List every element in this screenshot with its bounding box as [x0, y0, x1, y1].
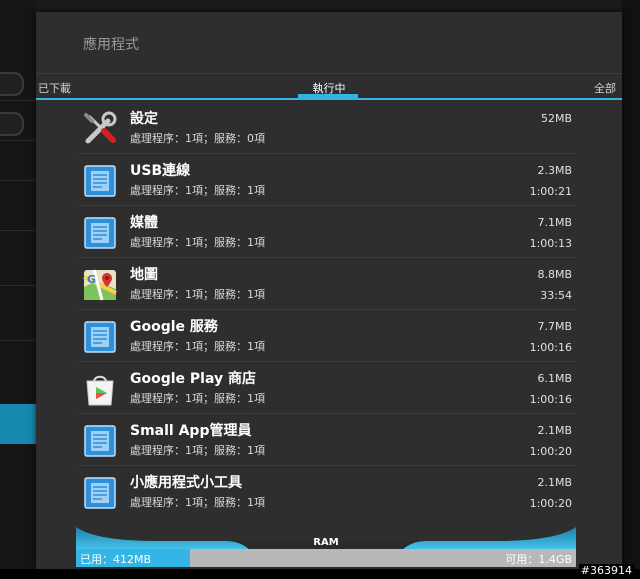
- app-memory: 7.7MB: [537, 320, 572, 333]
- watermark: #363914: [578, 564, 634, 577]
- ram-label: RAM: [313, 537, 339, 548]
- list-item[interactable]: USB連線 處理程序：1項；服務：1項 2.3MB 1:00:21: [36, 154, 622, 206]
- list-item[interactable]: G 地圖 處理程序：1項；服務：1項 8.8MB 33:54: [36, 258, 622, 310]
- list-item[interactable]: Google 服務 處理程序：1項；服務：1項 7.7MB 1:00:16: [36, 310, 622, 362]
- divider: [0, 100, 36, 101]
- ram-usage: RAM 已用：412MB 可用：1.4GB: [76, 527, 576, 567]
- ram-used-text: 已用：412MB: [80, 553, 152, 566]
- running-apps-list[interactable]: 設定 處理程序：1項；服務：0項 52MB USB連線 處理程序：1項；服務：1…: [36, 102, 622, 530]
- app-name: 地圖: [130, 267, 158, 283]
- app-run-time: 1:00:20: [529, 497, 572, 510]
- generic-app-icon: [84, 165, 116, 197]
- divider: [0, 230, 36, 231]
- app-detail: 處理程序：1項；服務：1項: [130, 392, 265, 405]
- list-item[interactable]: Small App管理員 處理程序：1項；服務：1項 2.1MB 1:00:20: [36, 414, 622, 466]
- app-run-time: 33:54: [540, 289, 572, 302]
- background-edge: [622, 0, 640, 579]
- app-memory: 7.1MB: [537, 216, 572, 229]
- app-memory: 2.1MB: [537, 476, 572, 489]
- app-detail: 處理程序：1項；服務：1項: [130, 236, 265, 249]
- app-name: 設定: [130, 111, 158, 127]
- svg-text:G: G: [87, 273, 96, 286]
- background-selected-item: [0, 404, 36, 444]
- generic-app-icon: [84, 321, 116, 353]
- generic-app-icon: [84, 477, 116, 509]
- apps-dialog: 應用程式 已下載 執行中 全部 設定 處理程序：1項；服務：0項 52MB US…: [36, 12, 622, 570]
- ram-free-text: 可用：1.4GB: [505, 553, 572, 566]
- divider: [0, 285, 36, 286]
- app-memory: 6.1MB: [537, 372, 572, 385]
- app-name: Google 服務: [130, 319, 218, 335]
- app-detail: 處理程序：1項；服務：1項: [130, 340, 265, 353]
- generic-app-icon: [84, 217, 116, 249]
- app-detail: 處理程序：1項；服務：1項: [130, 444, 265, 457]
- background-toggle: [0, 112, 24, 136]
- tab-underline: [36, 98, 622, 100]
- app-name: Google Play 商店: [130, 371, 256, 387]
- app-detail: 處理程序：1項；服務：0項: [130, 132, 265, 145]
- app-run-time: 1:00:21: [529, 185, 572, 198]
- bottom-edge: [0, 569, 640, 579]
- app-detail: 處理程序：1項；服務：1項: [130, 288, 265, 301]
- play-store-icon: [86, 375, 114, 406]
- background-settings-list: [0, 0, 36, 579]
- list-item[interactable]: 設定 處理程序：1項；服務：0項 52MB: [36, 102, 622, 154]
- app-detail: 處理程序：1項；服務：1項: [130, 496, 265, 509]
- app-memory: 52MB: [540, 112, 572, 125]
- app-memory: 2.1MB: [537, 424, 572, 437]
- divider: [0, 140, 36, 141]
- app-run-time: 1:00:13: [529, 237, 572, 250]
- app-memory: 2.3MB: [537, 164, 572, 177]
- maps-icon: G: [83, 269, 117, 301]
- list-item[interactable]: 小應用程式小工具 處理程序：1項；服務：1項 2.1MB 1:00:20: [36, 466, 622, 518]
- app-name: 小應用程式小工具: [130, 475, 242, 491]
- divider: [0, 340, 36, 341]
- generic-app-icon: [84, 425, 116, 457]
- app-run-time: 1:00:20: [529, 445, 572, 458]
- app-name: 媒體: [130, 215, 158, 231]
- settings-tools-icon: [84, 111, 117, 144]
- app-memory: 8.8MB: [537, 268, 572, 281]
- divider: [0, 180, 36, 181]
- app-detail: 處理程序：1項；服務：1項: [130, 184, 265, 197]
- background-toggle: [0, 72, 24, 96]
- dialog-title: 應用程式: [83, 37, 139, 53]
- app-run-time: 1:00:16: [529, 341, 572, 354]
- ram-bar: 已用：412MB 可用：1.4GB: [76, 549, 576, 567]
- app-name: USB連線: [130, 163, 191, 179]
- list-item[interactable]: 媒體 處理程序：1項；服務：1項 7.1MB 1:00:13: [36, 206, 622, 258]
- list-item[interactable]: Google Play 商店 處理程序：1項；服務：1項 6.1MB 1:00:…: [36, 362, 622, 414]
- app-name: Small App管理員: [130, 423, 252, 439]
- app-run-time: 1:00:16: [529, 393, 572, 406]
- tab-all[interactable]: 全部: [594, 80, 616, 96]
